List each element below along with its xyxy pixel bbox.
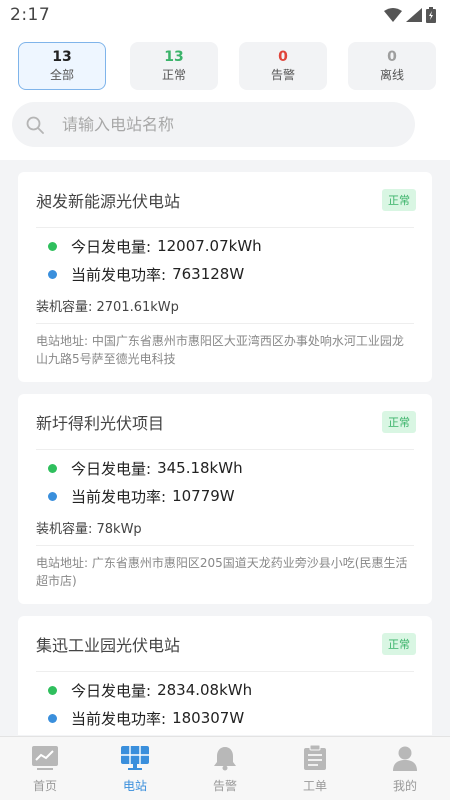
status-badge: 正常 xyxy=(382,188,416,211)
installed-capacity: 装机容量: 78kWp xyxy=(36,522,142,537)
nav-alarm-label: 告警 xyxy=(212,779,237,793)
battery-icon xyxy=(426,7,436,23)
station-card-header: 新圩得利光伏项目 正常 xyxy=(36,394,416,450)
tab-normal-label: 正常 xyxy=(161,68,186,82)
green-dot-icon xyxy=(48,463,57,473)
current-power: 当前发电功率: 763128W xyxy=(36,260,414,288)
station-metrics: 今日发电量: 2834.08kWh 当前发电功率: 180307W xyxy=(36,672,414,732)
search-icon xyxy=(26,116,44,134)
status-icons xyxy=(384,7,436,23)
energy-today: 今日发电量: 12007.07kWh xyxy=(36,232,414,260)
blue-dot-icon xyxy=(48,713,57,723)
power-value: 10779W xyxy=(172,487,235,505)
energy-value: 12007.07kWh xyxy=(157,237,262,255)
station-name: 昶发新能源光伏电站 xyxy=(36,191,181,211)
tab-normal-count: 13 xyxy=(164,49,184,65)
station-card[interactable]: 昶发新能源光伏电站 正常 今日发电量: 12007.07kWh 当前发电功率: … xyxy=(18,172,432,382)
power-value: 763128W xyxy=(172,265,245,283)
energy-value: 345.18kWh xyxy=(157,459,243,477)
nav-workorder[interactable]: 工单 xyxy=(270,737,360,800)
search-bar[interactable] xyxy=(12,102,415,147)
nav-workorder-label: 工单 xyxy=(302,779,327,793)
nav-mine[interactable]: 我的 xyxy=(360,737,450,800)
nav-mine-label: 我的 xyxy=(392,779,417,793)
power-label: 当前发电功率: xyxy=(71,487,167,506)
green-dot-icon xyxy=(48,685,57,695)
blue-dot-icon xyxy=(48,491,57,501)
power-label: 当前发电功率: xyxy=(71,265,167,284)
divider xyxy=(36,323,414,324)
clipboard-icon xyxy=(304,745,326,770)
station-card-header: 集迅工业园光伏电站 正常 xyxy=(36,616,416,672)
status-time: 2:17 xyxy=(10,5,51,25)
station-address: 电站地址: 广东省惠州市惠阳区205国道天龙药业旁沙县小吃(民惠生活超市店) xyxy=(36,556,408,588)
nav-station[interactable]: 电站 xyxy=(90,737,180,800)
status-badge: 正常 xyxy=(382,410,416,433)
tab-offline-label: 离线 xyxy=(379,68,404,82)
home-icon xyxy=(32,746,58,770)
blue-dot-icon xyxy=(48,269,57,279)
status-badge: 正常 xyxy=(382,632,416,655)
divider xyxy=(36,545,414,546)
station-metrics: 今日发电量: 12007.07kWh 当前发电功率: 763128W xyxy=(36,228,414,288)
nav-home[interactable]: 首页 xyxy=(0,737,90,800)
installed-capacity: 装机容量: 2701.61kWp xyxy=(36,300,179,315)
status-bar: 2:17 xyxy=(0,0,450,30)
bell-icon xyxy=(214,747,236,771)
tab-all-label: 全部 xyxy=(49,68,74,82)
station-address: 电站地址: 中国广东省惠州市惠阳区大亚湾西区办事处响水河工业园龙山九路5号萨至德… xyxy=(36,334,404,366)
current-power: 当前发电功率: 10779W xyxy=(36,482,414,510)
bottom-nav: 首页 电站 告警 工单 我的 xyxy=(0,736,450,800)
energy-today: 今日发电量: 2834.08kWh xyxy=(36,676,414,704)
signal-icon xyxy=(406,8,422,22)
solar-panel-icon xyxy=(121,746,149,770)
status-filter-tabs: 13 全部 13 正常 0 告警 0 离线 xyxy=(18,42,436,92)
station-card[interactable]: 新圩得利光伏项目 正常 今日发电量: 345.18kWh 当前发电功率: 107… xyxy=(18,394,432,604)
energy-today: 今日发电量: 345.18kWh xyxy=(36,454,414,482)
nav-station-label: 电站 xyxy=(122,779,147,793)
station-list[interactable]: 昶发新能源光伏电站 正常 今日发电量: 12007.07kWh 当前发电功率: … xyxy=(0,160,450,735)
green-dot-icon xyxy=(48,241,57,251)
station-name: 新圩得利光伏项目 xyxy=(36,413,165,433)
energy-label: 今日发电量: xyxy=(71,459,152,478)
energy-label: 今日发电量: xyxy=(71,237,152,256)
station-metrics: 今日发电量: 345.18kWh 当前发电功率: 10779W xyxy=(36,450,414,510)
user-icon xyxy=(393,746,417,771)
station-card[interactable]: 集迅工业园光伏电站 正常 今日发电量: 2834.08kWh 当前发电功率: 1… xyxy=(18,616,432,735)
energy-value: 2834.08kWh xyxy=(157,681,253,699)
tab-normal[interactable]: 13 正常 xyxy=(130,42,218,90)
tab-offline[interactable]: 0 离线 xyxy=(348,42,436,90)
station-card-header: 昶发新能源光伏电站 正常 xyxy=(36,172,416,228)
current-power: 当前发电功率: 180307W xyxy=(36,704,414,732)
tab-alarm-label: 告警 xyxy=(270,68,295,82)
wifi-icon xyxy=(384,8,402,22)
power-value: 180307W xyxy=(172,709,245,727)
station-name: 集迅工业园光伏电站 xyxy=(36,635,181,655)
header: 13 全部 13 正常 0 告警 0 离线 xyxy=(0,30,450,160)
search-input[interactable] xyxy=(62,115,362,134)
tab-all[interactable]: 13 全部 xyxy=(18,42,106,90)
nav-home-label: 首页 xyxy=(32,779,57,793)
energy-label: 今日发电量: xyxy=(71,681,152,700)
power-label: 当前发电功率: xyxy=(71,709,167,728)
nav-alarm[interactable]: 告警 xyxy=(180,737,270,800)
tab-all-count: 13 xyxy=(52,49,72,65)
tab-alarm[interactable]: 0 告警 xyxy=(239,42,327,90)
tab-offline-count: 0 xyxy=(387,49,397,65)
tab-alarm-count: 0 xyxy=(278,49,288,65)
